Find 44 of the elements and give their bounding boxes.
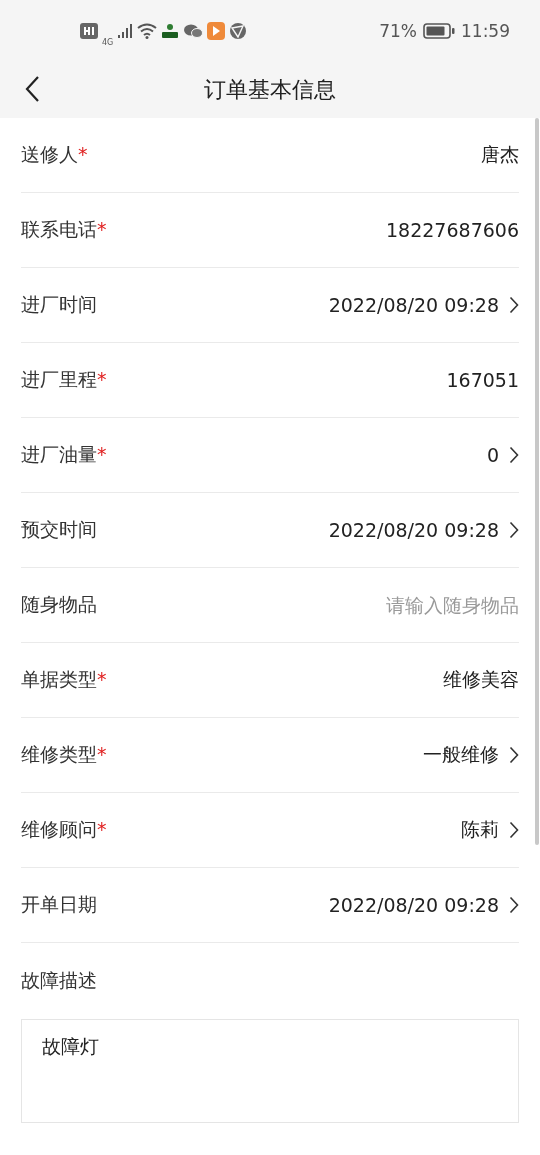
play-icon xyxy=(207,22,226,40)
field-value: 0 xyxy=(486,444,499,466)
text-area[interactable]: 故障灯 xyxy=(21,1019,519,1123)
field-label: 单据类型* xyxy=(21,667,107,692)
scrollbar[interactable] xyxy=(535,118,539,845)
field-value: 18227687606 xyxy=(386,219,519,241)
field-value: 2022/08/20 09:28 xyxy=(328,894,499,916)
signal-icon xyxy=(117,23,134,39)
chevron-icon[interactable] xyxy=(509,896,519,914)
chat-icon xyxy=(183,23,204,39)
field-label: 故障描述 xyxy=(21,968,98,993)
field-value: 唐杰 xyxy=(481,142,519,167)
chevron-icon[interactable] xyxy=(509,521,519,539)
network-label: 4G xyxy=(102,37,114,47)
field-label: 维修顾问* xyxy=(21,817,107,842)
chevron-icon[interactable] xyxy=(509,296,519,314)
chevron-icon[interactable] xyxy=(509,821,519,839)
back-icon xyxy=(24,75,40,103)
field-value: 2022/08/20 09:28 xyxy=(328,519,499,541)
field-label: 进厂里程* xyxy=(21,367,107,392)
field-label: 随身物品 xyxy=(21,592,97,617)
field-label: 送修人* xyxy=(21,142,88,167)
chevron-icon[interactable] xyxy=(509,446,519,464)
battery-percent: 71% xyxy=(379,21,417,41)
field-value: 陈莉 xyxy=(461,817,499,842)
field-value: 167051 xyxy=(446,369,519,391)
app-icon xyxy=(161,23,180,39)
field-value: 一般维修 xyxy=(423,742,499,767)
page-title: 订单基本信息 xyxy=(204,76,336,104)
field-label: 联系电话* xyxy=(21,217,107,242)
clock: 11:59 xyxy=(461,21,510,41)
field-value: 维修美容 xyxy=(443,667,519,692)
field-label: 预交时间 xyxy=(21,517,97,542)
field-label: 维修类型* xyxy=(21,742,107,767)
chevron-icon[interactable] xyxy=(509,746,519,764)
field-label: 开单日期 xyxy=(21,892,97,917)
battery-icon xyxy=(423,23,455,39)
field-label: 进厂时间 xyxy=(21,292,97,317)
field-value: 2022/08/20 09:28 xyxy=(328,294,499,316)
field-label: 进厂油量* xyxy=(21,442,107,467)
hd-icon xyxy=(80,23,98,39)
wifi-icon xyxy=(137,23,158,39)
input-field[interactable]: 请输入随身物品 xyxy=(359,594,519,616)
back-button[interactable] xyxy=(24,75,40,103)
